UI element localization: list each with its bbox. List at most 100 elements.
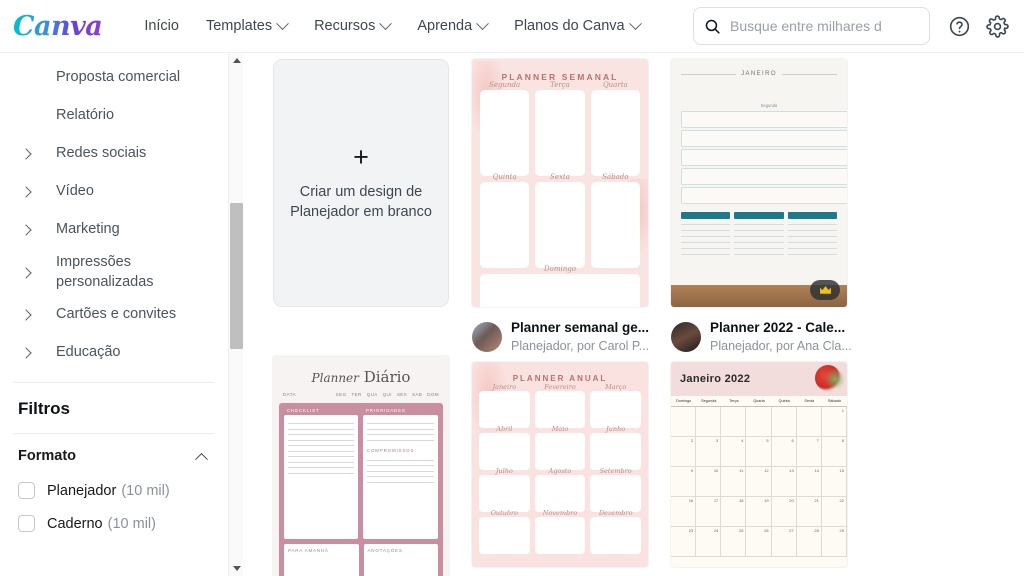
- filter-option-label: Caderno: [47, 515, 103, 532]
- nav-item-inicio[interactable]: Início: [132, 10, 191, 42]
- grid-cell: PLANNER ANUAL Janeiro Fevereiro Março Ab…: [472, 361, 671, 576]
- day-label: Domingo: [544, 265, 576, 273]
- day-label: Quinta: [492, 173, 517, 181]
- chevron-right-icon: [20, 186, 32, 198]
- section-label: CHECKLIST: [287, 407, 320, 413]
- template-thumbnail-janeiro-2022[interactable]: Janeiro 2022 Domingo Segunda Terça Quart…: [671, 361, 847, 567]
- template-card[interactable]: PLANNER ANUAL Janeiro Fevereiro Março Ab…: [472, 361, 671, 567]
- day-header: Terça: [721, 396, 747, 407]
- day-header: Segunda: [696, 396, 722, 407]
- create-blank-design-card[interactable]: + Criar um design de Planejador em branc…: [273, 59, 449, 307]
- template-thumbnail-planner-diario[interactable]: Planner Diário DATA SEG TER QUA QUI SEX …: [273, 355, 449, 576]
- scroll-down-arrow[interactable]: [229, 561, 244, 576]
- date-label: DATA: [283, 391, 296, 397]
- day-label: Terça: [550, 81, 570, 89]
- triangle-down-icon: [232, 566, 241, 571]
- weekday: QUI: [382, 391, 392, 397]
- thumb-month-header: JANEIRO: [681, 68, 837, 84]
- sidebar-scrollbar-thumb[interactable]: [230, 203, 243, 349]
- avatar: [671, 322, 701, 353]
- thumb-month-grid: Janeiro Fevereiro Março Abril Maio Junho…: [479, 383, 641, 554]
- template-meta: Planner semanal ge... Planejador, por Ca…: [472, 319, 658, 356]
- expand-toggle[interactable]: [14, 309, 44, 321]
- template-card[interactable]: Planner Diário DATA SEG TER QUA QUI SEX …: [273, 355, 472, 576]
- nav-item-planos-do-canva[interactable]: Planos do Canva: [502, 10, 651, 42]
- scroll-up-arrow[interactable]: [229, 53, 244, 68]
- template-thumbnail-weekly-planner[interactable]: PLANNER SEMANAL Segunda Terça Quarta Qui…: [472, 59, 648, 307]
- filter-section-formato-header[interactable]: Formato: [0, 434, 228, 474]
- template-card[interactable]: Janeiro 2022 Domingo Segunda Terça Quart…: [671, 361, 870, 567]
- chevron-down-icon: [628, 16, 642, 30]
- main-nav: Início Templates Recursos Aprenda Planos…: [132, 10, 651, 42]
- expand-toggle[interactable]: [14, 148, 44, 160]
- day-box: Domingo: [480, 265, 640, 307]
- sidebar-item-relatorio[interactable]: Relatório: [0, 97, 228, 135]
- sidebar-item-label: Cartões e convites: [56, 306, 177, 323]
- leaf-decoration: [825, 367, 845, 390]
- section-bar-metas: [681, 212, 731, 219]
- weekday: SAB: [412, 391, 423, 397]
- sidebar-scrollbar-track[interactable]: [228, 53, 243, 576]
- nav-item-recursos[interactable]: Recursos: [302, 10, 402, 42]
- month-label: Dezembro: [598, 508, 633, 517]
- section-label: ANOTAÇÕES: [367, 547, 403, 553]
- search-input[interactable]: [730, 18, 919, 34]
- expand-toggle[interactable]: [14, 224, 44, 236]
- sidebar-item-video[interactable]: Vídeo: [0, 173, 228, 211]
- thumb-header: Janeiro 2022: [671, 361, 847, 396]
- thumb-day-grid: Segunda Terça Quarta Quinta Sexta Sábado…: [480, 81, 640, 307]
- month-label: Abril: [496, 424, 513, 433]
- chevron-right-icon: [20, 347, 32, 359]
- month-label: Fevereiro: [544, 382, 576, 391]
- sidebar-item-cartoes-e-convites[interactable]: Cartões e convites: [0, 296, 228, 334]
- grid-cell: Janeiro 2022 Domingo Segunda Terça Quart…: [671, 361, 870, 576]
- search-box[interactable]: [693, 7, 930, 45]
- avatar: [472, 322, 502, 353]
- sidebar-item-impressoes-personalizadas[interactable]: Impressões personalizadas: [0, 249, 228, 296]
- section-bar-datas: [734, 212, 784, 219]
- nav-item-label: Aprenda: [417, 18, 473, 34]
- expand-toggle[interactable]: [14, 186, 44, 198]
- template-card[interactable]: PLANNER SEMANAL Segunda Terça Quarta Qui…: [472, 59, 671, 356]
- checkbox[interactable]: [18, 515, 35, 533]
- category-list: Proposta comercial Relatório Redes socia…: [0, 53, 228, 372]
- template-thumbnail-janeiro-planner[interactable]: JANEIRO Segunda Terça Quarta Quinta Sext…: [671, 59, 847, 307]
- nav-item-templates[interactable]: Templates: [194, 10, 299, 42]
- grid-cell: Planner Diário DATA SEG TER QUA QUI SEX …: [273, 355, 472, 576]
- thumb-month: JANEIRO: [741, 71, 777, 77]
- day-box: Segunda: [480, 81, 530, 176]
- month-label: Julho: [495, 466, 513, 475]
- chevron-right-icon: [20, 266, 32, 279]
- chevron-down-icon: [476, 16, 490, 30]
- checkbox[interactable]: [18, 482, 35, 500]
- expand-toggle[interactable]: [14, 347, 44, 359]
- settings-button[interactable]: [985, 14, 1010, 39]
- expand-toggle[interactable]: [14, 266, 44, 279]
- section-bar-despesas: [787, 212, 837, 219]
- sidebar-item-proposta-comercial[interactable]: Proposta comercial: [0, 59, 228, 97]
- section-label: PRIORIDADES: [365, 407, 406, 413]
- canva-logo[interactable]: Canva: [13, 13, 103, 40]
- help-button[interactable]: [947, 14, 972, 39]
- month-label: Agosto: [548, 466, 572, 475]
- month-label: Junho: [606, 424, 626, 433]
- sidebar-item-marketing[interactable]: Marketing: [0, 211, 228, 249]
- filter-option-planejador[interactable]: Planejador (10 mil): [0, 474, 228, 507]
- thumb-title-script: Planner: [311, 370, 359, 385]
- weekday: SEG: [335, 391, 347, 397]
- sidebar-item-redes-sociais[interactable]: Redes sociais: [0, 135, 228, 173]
- day-label: Sexta: [550, 173, 570, 181]
- thumb-calendar-grid: Segunda Terça Quarta Quinta Sexta Sábado…: [681, 84, 847, 204]
- filter-option-caderno[interactable]: Caderno (10 mil): [0, 507, 228, 540]
- template-thumbnail-planner-anual[interactable]: PLANNER ANUAL Janeiro Fevereiro Março Ab…: [472, 361, 648, 567]
- nav-item-aprenda[interactable]: Aprenda: [405, 10, 499, 42]
- weekday: SEX: [396, 391, 408, 397]
- template-card[interactable]: JANEIRO Segunda Terça Quarta Quinta Sext…: [671, 59, 870, 356]
- day-box: Sábado: [590, 173, 640, 268]
- thumb-panel: CHECKLIST PRIORIDADES COMPROMISSOS PARA …: [279, 402, 443, 576]
- sidebar-item-educacao[interactable]: Educação: [0, 334, 228, 372]
- thumb-title: Planner Diário: [279, 362, 443, 389]
- weekday: DOM: [427, 391, 439, 397]
- pro-crown-badge: [810, 280, 840, 300]
- day-box: Quinta: [480, 173, 530, 268]
